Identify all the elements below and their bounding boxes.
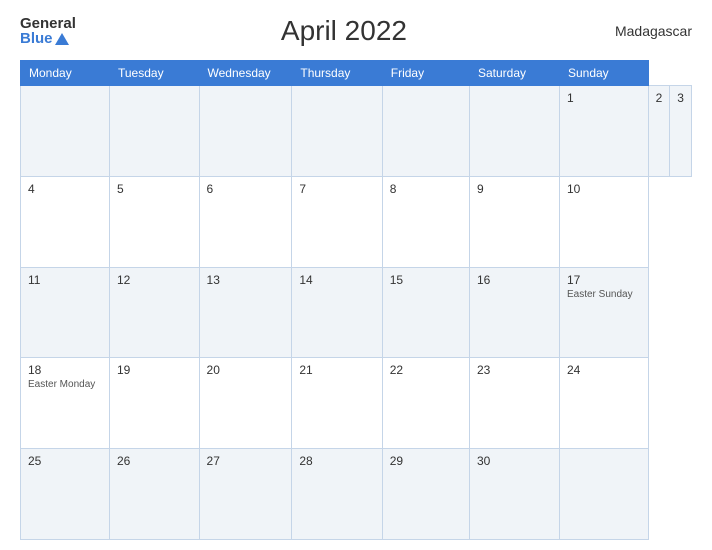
- day-number: 6: [207, 182, 285, 196]
- day-number: 24: [567, 363, 641, 377]
- calendar-header-row: MondayTuesdayWednesdayThursdayFridaySatu…: [21, 61, 692, 86]
- calendar-day-cell: 30: [469, 449, 559, 540]
- day-number: 5: [117, 182, 192, 196]
- calendar-day-cell: 29: [382, 449, 469, 540]
- day-number: 2: [656, 91, 663, 105]
- day-number: 19: [117, 363, 192, 377]
- day-number: 25: [28, 454, 102, 468]
- day-number: 22: [390, 363, 462, 377]
- weekday-header: Sunday: [559, 61, 648, 86]
- calendar-day-cell: 7: [292, 176, 382, 267]
- calendar-day-cell: 23: [469, 358, 559, 449]
- logo-general-text: General: [20, 16, 76, 31]
- logo: General Blue: [20, 16, 76, 46]
- calendar-week-row: 25 26 27 28 29 30: [21, 449, 692, 540]
- calendar-day-cell: 6: [199, 176, 292, 267]
- calendar-day-cell: 8: [382, 176, 469, 267]
- calendar-day-cell: 13: [199, 267, 292, 358]
- day-number: 20: [207, 363, 285, 377]
- calendar-week-row: 4 5 67 8 9 10: [21, 176, 692, 267]
- calendar-day-cell: [559, 449, 648, 540]
- day-number: 10: [567, 182, 641, 196]
- calendar-day-cell: 20: [199, 358, 292, 449]
- day-number: 1: [567, 91, 641, 105]
- calendar-day-cell: [292, 86, 382, 177]
- calendar-day-cell: 17 Easter Sunday: [559, 267, 648, 358]
- calendar-day-cell: 11: [21, 267, 110, 358]
- calendar-day-cell: [21, 86, 110, 177]
- calendar-week-row: 11 12 13 14 15 16 17 Easter Sunday: [21, 267, 692, 358]
- calendar-day-cell: 4: [21, 176, 110, 267]
- day-number: 26: [117, 454, 192, 468]
- calendar-day-cell: 3: [670, 86, 692, 177]
- day-number: 30: [477, 454, 552, 468]
- calendar-day-cell: 27: [199, 449, 292, 540]
- calendar-day-cell: 28: [292, 449, 382, 540]
- weekday-header: Thursday: [292, 61, 382, 86]
- calendar-body: 1234567891011121314151617Easter Sunday18…: [21, 86, 692, 540]
- day-number: 28: [299, 454, 374, 468]
- weekday-header: Tuesday: [109, 61, 199, 86]
- holiday-label: Easter Monday: [28, 379, 102, 390]
- calendar-day-cell: 9: [469, 176, 559, 267]
- calendar-day-cell: 21: [292, 358, 382, 449]
- calendar-day-cell: 18 Easter Monday: [21, 358, 110, 449]
- calendar-header: General Blue April 2022 Madagascar: [20, 10, 692, 52]
- calendar-title: April 2022: [76, 15, 612, 47]
- day-number: 14: [299, 273, 374, 287]
- calendar-week-row: 1 23: [21, 86, 692, 177]
- day-number: 23: [477, 363, 552, 377]
- calendar-day-cell: 2: [648, 86, 670, 177]
- day-number: 13: [207, 273, 285, 287]
- day-number: 4: [28, 182, 102, 196]
- calendar-week-row: 18 Easter Monday 19 20 21 22 23 24: [21, 358, 692, 449]
- calendar-day-cell: 24: [559, 358, 648, 449]
- day-number: 3: [677, 91, 684, 105]
- holiday-label: Easter Sunday: [567, 289, 641, 300]
- calendar-day-cell: 22: [382, 358, 469, 449]
- calendar-day-cell: 25: [21, 449, 110, 540]
- calendar-day-cell: 10: [559, 176, 648, 267]
- day-number: 27: [207, 454, 285, 468]
- calendar-day-cell: [382, 86, 469, 177]
- day-number: 12: [117, 273, 192, 287]
- day-number: 9: [477, 182, 552, 196]
- calendar-day-cell: 1: [559, 86, 648, 177]
- day-number: 7: [299, 182, 374, 196]
- weekday-header: Saturday: [469, 61, 559, 86]
- calendar-day-cell: [469, 86, 559, 177]
- day-number: 18: [28, 363, 102, 377]
- weekday-header: Wednesday: [199, 61, 292, 86]
- calendar-day-cell: 19: [109, 358, 199, 449]
- country-label: Madagascar: [612, 23, 692, 39]
- weekday-header: Monday: [21, 61, 110, 86]
- calendar-day-cell: [199, 86, 292, 177]
- calendar-day-cell: 14: [292, 267, 382, 358]
- day-number: 16: [477, 273, 552, 287]
- calendar-day-cell: 12: [109, 267, 199, 358]
- calendar-day-cell: 16: [469, 267, 559, 358]
- day-number: 11: [28, 273, 102, 287]
- day-number: 21: [299, 363, 374, 377]
- calendar-day-cell: 15: [382, 267, 469, 358]
- weekday-header: Friday: [382, 61, 469, 86]
- calendar-day-cell: 26: [109, 449, 199, 540]
- day-number: 17: [567, 273, 641, 287]
- calendar-table: MondayTuesdayWednesdayThursdayFridaySatu…: [20, 60, 692, 540]
- day-number: 29: [390, 454, 462, 468]
- logo-blue-text: Blue: [20, 31, 76, 46]
- day-number: 8: [390, 182, 462, 196]
- calendar-day-cell: [109, 86, 199, 177]
- logo-triangle-icon: [55, 33, 69, 45]
- calendar-day-cell: 5: [109, 176, 199, 267]
- day-number: 15: [390, 273, 462, 287]
